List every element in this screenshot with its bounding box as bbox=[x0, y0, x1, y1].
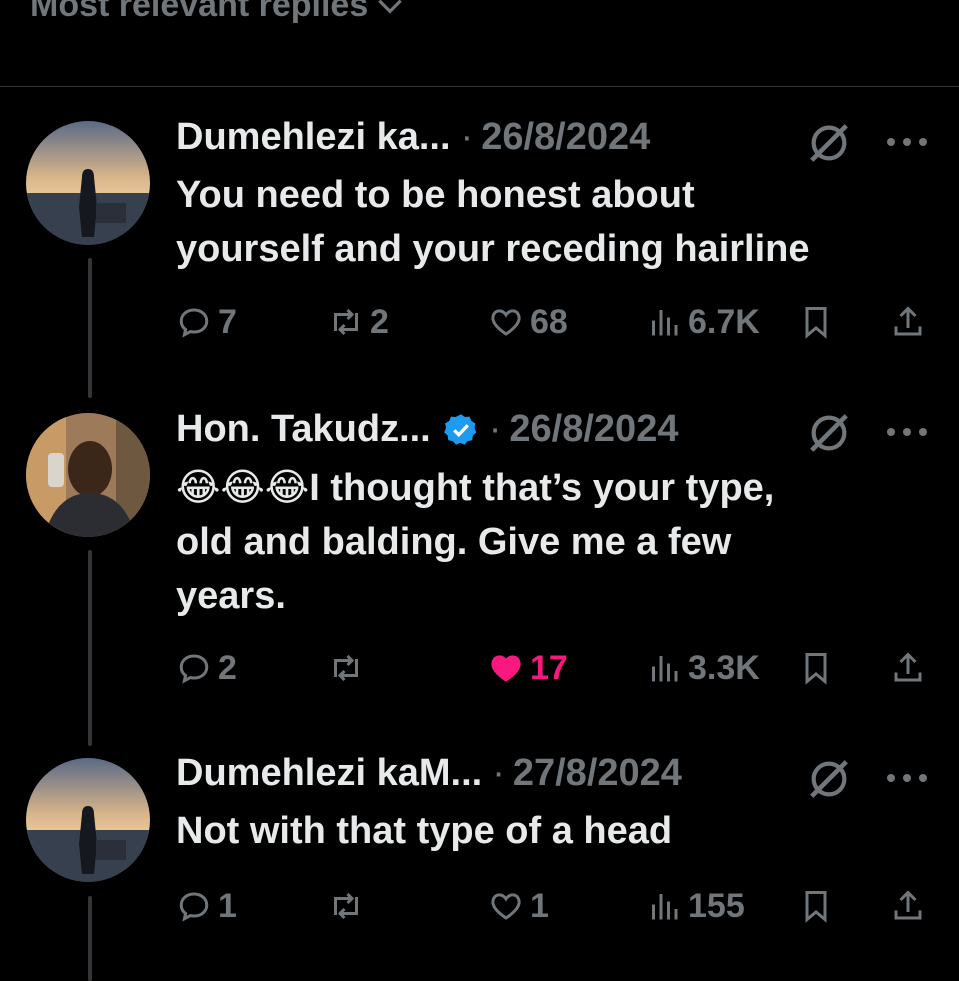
views-count: 6.7K bbox=[688, 302, 760, 341]
bookmark-button[interactable] bbox=[798, 646, 834, 690]
thread-line bbox=[88, 258, 92, 398]
thread-line bbox=[88, 896, 92, 981]
laughing-emoji-group: 😂😂😂 bbox=[176, 465, 310, 509]
sort-label: Most relevant replies bbox=[30, 0, 369, 24]
like-count: 1 bbox=[530, 886, 549, 925]
grok-icon[interactable] bbox=[806, 756, 852, 802]
repost-icon bbox=[334, 892, 358, 920]
author-name[interactable]: Hon. Takudz... bbox=[176, 408, 431, 451]
reply-meta: Dumehlezi ka... · 26/8/2024 bbox=[176, 116, 650, 159]
separator: · bbox=[488, 408, 502, 450]
reply-button[interactable]: 2 bbox=[176, 646, 237, 690]
reply-icon bbox=[179, 892, 209, 922]
sort-replies-button[interactable]: Most relevant replies bbox=[30, 0, 406, 25]
more-icon[interactable] bbox=[884, 768, 930, 788]
verified-badge-icon bbox=[443, 413, 477, 445]
like-icon bbox=[491, 655, 521, 682]
grok-icon[interactable] bbox=[806, 410, 852, 456]
bookmark-button[interactable] bbox=[798, 300, 834, 344]
separator: · bbox=[492, 752, 505, 794]
reply-meta: Dumehlezi kaM... · 27/8/2024 bbox=[176, 752, 682, 795]
repost-button[interactable] bbox=[328, 884, 370, 928]
action-bar: 2 17 3.3K bbox=[176, 646, 936, 690]
replies-header: Most relevant replies bbox=[0, 0, 959, 87]
reply-meta: Hon. Takudz... · 26/8/2024 bbox=[176, 408, 678, 451]
bookmark-button[interactable] bbox=[798, 884, 834, 928]
avatar[interactable] bbox=[26, 413, 150, 537]
avatar[interactable] bbox=[26, 758, 150, 882]
reply-count: 1 bbox=[218, 886, 237, 925]
share-button[interactable] bbox=[890, 646, 926, 690]
like-button[interactable]: 1 bbox=[488, 884, 549, 928]
reply-text-line: You need to be honest about bbox=[176, 174, 695, 216]
reply-text-line: Not with that type of a head bbox=[176, 810, 673, 852]
reply-text-line: years. bbox=[176, 575, 286, 617]
reply-text-line: yourself and your receding hairline bbox=[176, 228, 810, 270]
thread-line bbox=[88, 550, 92, 746]
repost-button[interactable]: 2 bbox=[328, 300, 389, 344]
reply-text: 😂😂😂I thought that’s your type, old and b… bbox=[176, 460, 916, 623]
views-button[interactable]: 6.7K bbox=[646, 300, 760, 344]
views-count: 155 bbox=[688, 886, 745, 925]
author-name[interactable]: Dumehlezi ka... bbox=[176, 116, 451, 159]
share-button[interactable] bbox=[890, 884, 926, 928]
views-button[interactable]: 155 bbox=[646, 884, 745, 928]
more-icon[interactable] bbox=[884, 132, 930, 152]
repost-icon bbox=[334, 308, 358, 336]
like-count: 17 bbox=[530, 648, 568, 687]
like-count: 68 bbox=[530, 302, 568, 341]
repost-icon bbox=[334, 654, 358, 682]
reply-date[interactable]: 27/8/2024 bbox=[513, 752, 682, 795]
bookmark-icon bbox=[805, 653, 827, 685]
action-bar: 7 2 68 6.7K bbox=[176, 300, 936, 344]
separator: · bbox=[460, 116, 474, 158]
reply-date[interactable]: 26/8/2024 bbox=[509, 408, 678, 451]
reply-text-line-with-emoji: 😂😂😂I thought that’s your type, bbox=[176, 460, 916, 515]
share-icon bbox=[894, 306, 922, 336]
reply-icon bbox=[179, 308, 209, 338]
reply-count: 2 bbox=[218, 648, 237, 687]
chevron-down-icon bbox=[378, 0, 403, 14]
reply-text-line: I thought that’s your type, bbox=[309, 467, 775, 509]
like-icon bbox=[491, 893, 521, 920]
reply-button[interactable]: 7 bbox=[176, 300, 237, 344]
share-button[interactable] bbox=[890, 300, 926, 344]
more-icon[interactable] bbox=[884, 422, 930, 442]
views-icon bbox=[652, 310, 678, 336]
share-icon bbox=[894, 890, 922, 920]
reply-count: 7 bbox=[218, 302, 237, 341]
bookmark-icon bbox=[805, 891, 827, 923]
reply-text-line: old and balding. Give me a few bbox=[176, 521, 732, 563]
repost-count: 2 bbox=[370, 302, 389, 341]
like-button[interactable]: 68 bbox=[488, 300, 568, 344]
grok-icon[interactable] bbox=[806, 120, 852, 166]
avatar[interactable] bbox=[26, 121, 150, 245]
repost-button[interactable] bbox=[328, 646, 370, 690]
like-button[interactable]: 17 bbox=[488, 646, 568, 690]
reply-date[interactable]: 26/8/2024 bbox=[481, 116, 650, 159]
views-button[interactable]: 3.3K bbox=[646, 646, 760, 690]
views-icon bbox=[652, 894, 678, 920]
reply-button[interactable]: 1 bbox=[176, 884, 237, 928]
share-icon bbox=[894, 652, 922, 682]
action-bar: 1 1 155 bbox=[176, 884, 936, 928]
reply-text: Not with that type of a head bbox=[176, 804, 916, 858]
like-icon bbox=[491, 309, 521, 336]
views-count: 3.3K bbox=[688, 648, 760, 687]
reply-text: You need to be honest about yourself and… bbox=[176, 168, 916, 276]
author-name[interactable]: Dumehlezi kaM... bbox=[176, 752, 482, 795]
reply-icon bbox=[179, 654, 209, 684]
bookmark-icon bbox=[805, 307, 827, 339]
views-icon bbox=[652, 656, 678, 682]
